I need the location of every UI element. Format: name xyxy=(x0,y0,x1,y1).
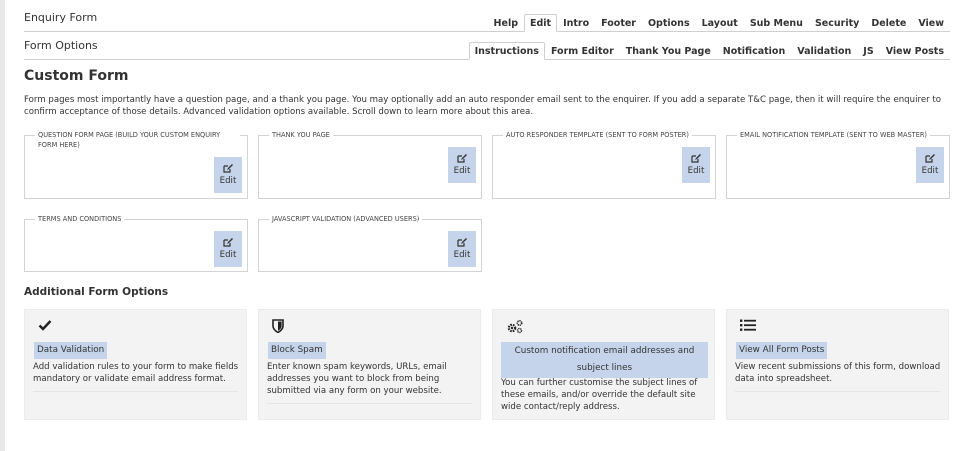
card-divider xyxy=(267,403,472,404)
block-spam-button[interactable]: Block Spam xyxy=(268,342,326,359)
tab-validation[interactable]: Validation xyxy=(791,42,857,60)
edit-icon xyxy=(457,238,467,247)
section-title: Form Options xyxy=(24,39,98,52)
edit-button[interactable]: Edit xyxy=(682,147,710,183)
template-legend: Terms and conditions xyxy=(35,214,125,224)
left-edge-strip xyxy=(0,0,5,451)
card-divider xyxy=(33,391,238,392)
custom-notification-button[interactable]: Custom notification email addresses and … xyxy=(501,342,708,378)
template-box-email-notification: Email notification template (sent to web… xyxy=(726,130,950,199)
tab-intro[interactable]: Intro xyxy=(557,14,595,32)
option-description: You can further customise the subject li… xyxy=(501,378,698,412)
tab-options[interactable]: Options xyxy=(642,14,696,32)
tab-layout[interactable]: Layout xyxy=(696,14,744,32)
option-card-view-posts: View All Form Posts View recent submissi… xyxy=(726,309,949,420)
tab-instructions[interactable]: Instructions xyxy=(468,42,545,60)
tab-form-editor[interactable]: Form Editor xyxy=(545,42,620,60)
option-description: View recent submissions of this form, do… xyxy=(735,362,941,384)
edit-button[interactable]: Edit xyxy=(448,231,476,267)
data-validation-button[interactable]: Data Validation xyxy=(34,342,108,359)
edit-button[interactable]: Edit xyxy=(448,147,476,183)
template-legend: Auto responder template (sent to form po… xyxy=(503,130,692,140)
tab-notification[interactable]: Notification xyxy=(717,42,791,60)
edit-button[interactable]: Edit xyxy=(916,147,944,183)
check-icon xyxy=(38,320,52,331)
tab-sub-menu[interactable]: Sub Menu xyxy=(744,14,809,32)
template-legend: Question form page (build your custom en… xyxy=(35,130,240,150)
gears-icon xyxy=(507,319,523,334)
tab-thank-you-page[interactable]: Thank You Page xyxy=(620,42,717,60)
intro-text: Form pages most importantly have a quest… xyxy=(24,95,941,117)
edit-label: Edit xyxy=(687,166,705,176)
list-icon xyxy=(740,319,756,331)
tab-js[interactable]: JS xyxy=(857,42,879,60)
template-box-terms: Terms and conditions Edit xyxy=(24,214,248,272)
template-box-js-validation: Javascript validation (advanced users) E… xyxy=(258,214,482,272)
option-description: Add validation rules to your form to mak… xyxy=(33,362,239,384)
form-name-title: Enquiry Form xyxy=(24,11,98,24)
edit-label: Edit xyxy=(453,250,471,260)
tab-view[interactable]: View xyxy=(912,14,950,32)
template-box-thank-you: Thank you page Edit xyxy=(258,130,482,199)
shield-icon xyxy=(272,319,284,333)
edit-icon xyxy=(223,238,233,247)
additional-options-title: Additional Form Options xyxy=(24,286,169,298)
edit-label: Edit xyxy=(921,166,939,176)
tab-view-posts[interactable]: View Posts xyxy=(880,42,950,60)
edit-icon xyxy=(925,154,935,163)
template-box-auto-responder: Auto responder template (sent to form po… xyxy=(492,130,716,199)
tab-help[interactable]: Help xyxy=(488,14,524,32)
main-tabs: Help Edit Intro Footer Options Layout Su… xyxy=(488,14,950,32)
edit-icon xyxy=(457,154,467,163)
edit-icon xyxy=(691,154,701,163)
template-box-question-page: Question form page (build your custom en… xyxy=(24,130,248,199)
template-legend: Thank you page xyxy=(269,130,333,140)
tab-delete[interactable]: Delete xyxy=(865,14,912,32)
subheader-bar: Form Options Instructions Form Editor Th… xyxy=(24,36,950,60)
template-legend: Email notification template (sent to web… xyxy=(737,130,931,140)
edit-label: Edit xyxy=(219,176,237,186)
edit-icon xyxy=(223,164,233,173)
option-card-block-spam: Block Spam Enter known spam keywords, UR… xyxy=(258,309,481,420)
card-divider xyxy=(735,391,940,392)
option-description: Enter known spam keywords, URLs, email a… xyxy=(267,362,447,396)
sub-tabs: Instructions Form Editor Thank You Page … xyxy=(468,42,950,60)
edit-label: Edit xyxy=(453,166,471,176)
edit-button[interactable]: Edit xyxy=(214,231,242,267)
page-title: Custom Form xyxy=(24,68,129,84)
option-card-custom-notification: Custom notification email addresses and … xyxy=(492,309,715,420)
header-bar: Enquiry Form Help Edit Intro Footer Opti… xyxy=(24,6,950,32)
template-legend: Javascript validation (advanced users) xyxy=(269,214,423,224)
tab-footer[interactable]: Footer xyxy=(595,14,642,32)
tab-edit[interactable]: Edit xyxy=(524,14,558,32)
tab-security[interactable]: Security xyxy=(809,14,865,32)
view-all-form-posts-button[interactable]: View All Form Posts xyxy=(736,342,828,359)
option-card-data-validation: Data Validation Add validation rules to … xyxy=(24,309,247,420)
edit-label: Edit xyxy=(219,250,237,260)
edit-button[interactable]: Edit xyxy=(214,157,242,193)
